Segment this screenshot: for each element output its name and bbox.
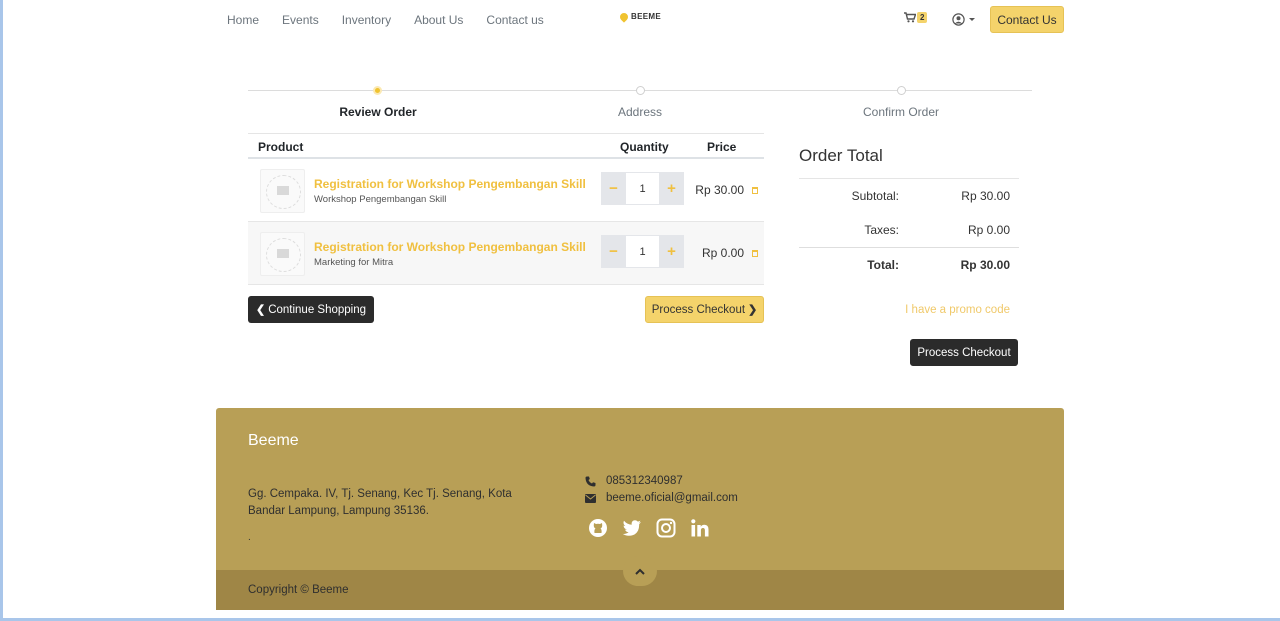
total-value: Rp 30.00 xyxy=(960,258,1010,272)
linkedin-icon[interactable] xyxy=(690,518,710,538)
copyright-text: Copyright © Beeme xyxy=(248,584,349,596)
product-thumbnail[interactable] xyxy=(260,232,305,276)
navbar: Home Events Inventory About Us Contact u… xyxy=(216,0,1064,40)
cart-count-badge: 2 xyxy=(917,12,928,23)
cart-table: Product Quantity Price Registration for … xyxy=(248,133,764,285)
nav-link-inventory[interactable]: Inventory xyxy=(342,13,391,27)
shopping-cart-icon xyxy=(904,12,916,23)
increase-quantity-button[interactable]: + xyxy=(659,172,684,205)
social-links xyxy=(588,518,710,538)
footer: Beeme Gg. Cempaka. IV, Tj. Senang, Kec T… xyxy=(216,408,1064,610)
window-frame-left xyxy=(0,0,3,621)
logo-text: BEEME xyxy=(631,12,661,21)
nav-links: Home Events Inventory About Us Contact u… xyxy=(227,13,567,27)
decrease-quantity-button[interactable]: − xyxy=(601,172,626,205)
contact-us-button[interactable]: Contact Us xyxy=(990,6,1064,33)
footer-email: beeme.oficial@gmail.com xyxy=(585,492,738,504)
nav-link-about-us[interactable]: About Us xyxy=(414,13,463,27)
quantity-stepper: − 1 + xyxy=(601,235,684,268)
subtotal-row: Subtotal: Rp 30.00 xyxy=(799,179,1019,213)
continue-shopping-label: Continue Shopping xyxy=(268,303,367,316)
subtotal-label: Subtotal: xyxy=(851,189,899,203)
total-row: Total: Rp 30.00 xyxy=(799,247,1019,281)
taxes-value: Rp 0.00 xyxy=(967,223,1010,237)
item-price: Rp 30.00 xyxy=(695,183,744,197)
bee-logo-icon xyxy=(618,11,630,23)
cart-row: Registration for Workshop Pengembangan S… xyxy=(248,159,764,222)
footer-address: Gg. Cempaka. IV, Tj. Senang, Kec Tj. Sen… xyxy=(248,488,512,517)
continue-shopping-button[interactable]: ❮ Continue Shopping xyxy=(248,296,374,323)
subtotal-value: Rp 30.00 xyxy=(961,189,1010,203)
chevron-right-icon: ❯ xyxy=(748,304,758,316)
user-circle-icon xyxy=(952,13,965,26)
step-dot-address xyxy=(636,86,645,95)
github-icon[interactable] xyxy=(588,518,608,538)
nav-link-events[interactable]: Events xyxy=(282,13,319,27)
chevron-up-icon xyxy=(635,568,645,575)
taxes-label: Taxes: xyxy=(864,223,899,237)
cart-row: Registration for Workshop Pengembangan S… xyxy=(248,222,764,285)
order-total-title: Order Total xyxy=(799,146,1019,179)
order-total-checkout-button[interactable]: Process Checkout xyxy=(910,339,1018,366)
increase-quantity-button[interactable]: + xyxy=(659,235,684,268)
nav-link-contact-us[interactable]: Contact us xyxy=(486,13,543,27)
twitter-icon[interactable] xyxy=(622,518,642,538)
product-subtitle: Marketing for Mitra xyxy=(314,257,394,268)
promo-code-link[interactable]: I have a promo code xyxy=(905,304,1010,316)
checkout-stepper: Review Order Address Confirm Order xyxy=(248,80,1032,120)
envelope-icon xyxy=(585,493,596,503)
brand-logo[interactable]: BEEME xyxy=(618,11,661,23)
process-checkout-label: Process Checkout xyxy=(651,303,746,316)
step-label-review-order[interactable]: Review Order xyxy=(298,105,458,119)
column-header-quantity: Quantity xyxy=(620,140,669,154)
quantity-stepper: − 1 + xyxy=(601,172,684,205)
order-total-panel: Order Total Subtotal: Rp 30.00 Taxes: Rp… xyxy=(799,146,1019,316)
nav-link-home[interactable]: Home xyxy=(227,13,259,27)
footer-phone: 085312340987 xyxy=(585,475,683,487)
total-label: Total: xyxy=(867,258,899,272)
step-label-confirm-order[interactable]: Confirm Order xyxy=(821,105,981,119)
instagram-icon[interactable] xyxy=(656,518,676,538)
email-address[interactable]: beeme.oficial@gmail.com xyxy=(606,492,738,504)
trash-icon[interactable] xyxy=(752,187,758,194)
cart-table-header: Product Quantity Price xyxy=(248,133,764,159)
footer-brand: Beeme xyxy=(248,432,299,449)
cart-button[interactable]: 2 xyxy=(904,12,928,23)
phone-icon xyxy=(585,476,596,486)
process-checkout-button[interactable]: Process Checkout ❯ xyxy=(645,296,764,323)
quantity-input[interactable]: 1 xyxy=(626,235,659,268)
order-total-checkout-label: Process Checkout xyxy=(917,346,1011,359)
decrease-quantity-button[interactable]: − xyxy=(601,235,626,268)
product-subtitle: Workshop Pengembangan Skill xyxy=(314,194,447,205)
step-dot-confirm-order xyxy=(897,86,906,95)
column-header-product: Product xyxy=(258,140,304,154)
step-dot-review-order xyxy=(373,86,382,95)
product-thumbnail[interactable] xyxy=(260,169,305,213)
product-name-link[interactable]: Registration for Workshop Pengembangan S… xyxy=(314,177,586,191)
phone-number[interactable]: 085312340987 xyxy=(606,475,683,487)
chevron-left-icon: ❮ xyxy=(255,304,266,316)
step-label-address[interactable]: Address xyxy=(560,105,720,119)
column-header-price: Price xyxy=(707,140,737,154)
product-name-link[interactable]: Registration for Workshop Pengembangan S… xyxy=(314,240,586,254)
chevron-down-icon xyxy=(969,18,975,21)
trash-icon[interactable] xyxy=(752,250,758,257)
quantity-input[interactable]: 1 xyxy=(626,172,659,205)
user-menu-dropdown[interactable] xyxy=(952,13,975,26)
item-price: Rp 0.00 xyxy=(701,246,744,260)
scroll-to-top-button[interactable] xyxy=(623,556,657,586)
taxes-row: Taxes: Rp 0.00 xyxy=(799,213,1019,247)
footer-dot: . xyxy=(248,532,251,543)
